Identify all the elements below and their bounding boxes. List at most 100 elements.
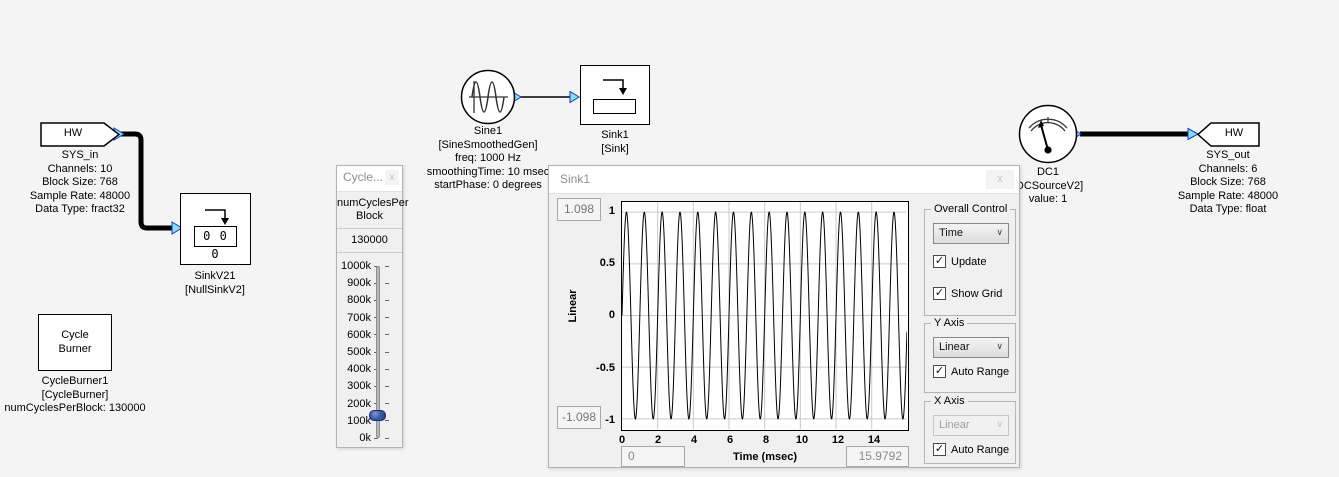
counter-display: 0 0 0 xyxy=(194,226,237,247)
chevron-down-icon: ∨ xyxy=(996,419,1003,430)
sink1-window-title: Sink1 xyxy=(560,172,590,186)
slider-panel-titlebar[interactable]: Cycle... x xyxy=(337,166,402,192)
slider-tick-label: 600k xyxy=(337,329,371,341)
checkbox-checked-icon[interactable]: ✓ xyxy=(933,365,946,378)
chevron-down-icon: ∨ xyxy=(996,341,1003,352)
x-auto-range-checkbox-row[interactable]: ✓ Auto Range xyxy=(933,443,1013,457)
diagram-canvas[interactable]: HW SYS_in Channels: 10 Block Size: 768 S… xyxy=(0,0,1339,477)
sine-generator-icon xyxy=(460,69,516,125)
slider-tick-label: 200k xyxy=(337,398,371,410)
sink1-window[interactable]: Sink1 x 1.098 -1.098 Linear 1 0.5 0 -0.5… xyxy=(548,165,1020,468)
checkbox-label: Auto Range xyxy=(951,444,1009,456)
slider-tick-dash xyxy=(385,403,389,404)
y-tick-label: 1 xyxy=(593,205,615,217)
block-label-sys-in: SYS_in Channels: 10 Block Size: 768 Samp… xyxy=(0,149,165,217)
block-label-sys-out: SYS_out Channels: 6 Block Size: 768 Samp… xyxy=(1143,149,1313,217)
block-prop: Sample Rate: 48000 xyxy=(1143,190,1313,204)
x-tick-label: 6 xyxy=(727,434,733,446)
block-type: [Sink] xyxy=(555,143,675,157)
x-tick-label: 12 xyxy=(832,434,844,446)
slider-tick-label: 700k xyxy=(337,312,371,324)
block-name: Sine1 xyxy=(398,125,578,139)
chevron-down-icon: ∨ xyxy=(996,227,1003,238)
group-label: Y Axis xyxy=(931,317,967,329)
x-tick-label: 0 xyxy=(619,434,625,446)
slider-tick-dash xyxy=(385,420,389,421)
checkbox-label: Update xyxy=(951,256,986,268)
slider-tick-dash xyxy=(385,300,389,301)
x-end-input[interactable]: 15.9792 xyxy=(846,446,909,467)
overall-control-group: Overall Control Time ∨ ✓ Update ✓ Show G… xyxy=(924,209,1016,316)
block-sys-out[interactable]: HW xyxy=(1197,122,1260,147)
slider-tick-dash xyxy=(385,317,389,318)
checkbox-label: Auto Range xyxy=(951,366,1009,378)
slider-tick-label: 400k xyxy=(337,363,371,375)
show-grid-checkbox-row[interactable]: ✓ Show Grid xyxy=(933,287,1013,301)
slider-tick-label: 300k xyxy=(337,380,371,392)
block-prop: Sample Rate: 48000 xyxy=(0,190,165,204)
y-tick-label: -1 xyxy=(593,414,615,426)
block-sinkv21[interactable]: 0 0 0 xyxy=(180,193,251,265)
x-axis-title: Time (msec) xyxy=(665,451,865,463)
sink-display-icon xyxy=(593,99,636,114)
slider-param-name: numCyclesPer Block xyxy=(337,197,402,223)
y-tick-label: 0.5 xyxy=(593,257,615,269)
slider-thumb[interactable] xyxy=(369,410,386,421)
x-start-input[interactable]: 0 xyxy=(621,446,685,467)
close-icon[interactable]: x xyxy=(986,170,1014,189)
slider-panel[interactable]: Cycle... x numCyclesPer Block 130000 100… xyxy=(336,165,403,448)
hw-port-label: HW xyxy=(40,127,106,139)
slider-tick-dash xyxy=(385,283,389,284)
block-sys-in[interactable]: HW xyxy=(40,122,120,147)
y-tick-label: 0 xyxy=(593,309,615,321)
x-tick-label: 14 xyxy=(868,434,880,446)
checkbox-label: Show Grid xyxy=(951,288,1002,300)
slider-tick-label: 800k xyxy=(337,294,371,306)
group-label: X Axis xyxy=(931,395,968,407)
checkbox-checked-icon[interactable]: ✓ xyxy=(933,287,946,300)
sink1-window-titlebar[interactable]: Sink1 x xyxy=(549,166,1019,194)
slider-tick-label: 500k xyxy=(337,346,371,358)
x-axis-group: X Axis Linear ∨ ✓ Auto Range xyxy=(924,401,1016,464)
y-axis-group: Y Axis Linear ∨ ✓ Auto Range xyxy=(924,323,1016,393)
checkbox-checked-icon[interactable]: ✓ xyxy=(933,255,946,268)
sink-arrow-icon xyxy=(181,198,249,228)
update-checkbox-row[interactable]: ✓ Update xyxy=(933,255,1013,269)
hw-port-label: HW xyxy=(1209,127,1259,139)
block-label-sinkv21: SinkV21 [NullSinkV2] xyxy=(145,270,285,297)
block-prop: Data Type: float xyxy=(1143,203,1313,217)
slider-tick-label: 1000k xyxy=(337,260,371,272)
slider-panel-title: Cycle... xyxy=(343,170,383,184)
block-icon-text: Burner xyxy=(39,342,111,356)
y-auto-range-checkbox-row[interactable]: ✓ Auto Range xyxy=(933,365,1013,379)
x-tick-label: 10 xyxy=(796,434,808,446)
slider-tick-dash xyxy=(385,334,389,335)
block-prop: Block Size: 768 xyxy=(0,176,165,190)
checkbox-checked-icon[interactable]: ✓ xyxy=(933,443,946,456)
block-cycle-burner[interactable]: Cycle Burner xyxy=(38,314,112,371)
input-port-icon[interactable] xyxy=(570,92,579,103)
block-label-cycle-burner: CycleBurner1 [CycleBurner] numCyclesPerB… xyxy=(0,375,175,416)
x-tick-label: 2 xyxy=(655,434,661,446)
slider-tick-dash xyxy=(385,369,389,370)
block-prop: numCyclesPerBlock: 130000 xyxy=(0,402,175,416)
y-scale-dropdown[interactable]: Linear ∨ xyxy=(933,337,1009,358)
block-name: SYS_out xyxy=(1143,149,1313,163)
block-sink1[interactable] xyxy=(580,65,650,125)
block-name: SinkV21 xyxy=(145,270,285,284)
block-label-sink1: Sink1 [Sink] xyxy=(555,129,675,156)
close-icon[interactable]: x xyxy=(385,170,399,185)
block-prop: freq: 1000 Hz xyxy=(398,152,578,166)
block-prop: Channels: 6 xyxy=(1143,163,1313,177)
block-sine1[interactable] xyxy=(460,69,516,125)
block-prop: Channels: 10 xyxy=(0,163,165,177)
slider-tick-label: 900k xyxy=(337,277,371,289)
overall-control-dropdown[interactable]: Time ∨ xyxy=(933,223,1009,244)
x-scale-dropdown-disabled: Linear ∨ xyxy=(933,415,1009,436)
slider-value-display[interactable]: 130000 xyxy=(337,234,402,246)
y-axis-title: Linear xyxy=(567,284,579,328)
block-prop: Data Type: fract32 xyxy=(0,203,165,217)
block-name: SYS_in xyxy=(0,149,165,163)
dc-meter-icon xyxy=(1018,104,1078,164)
block-dc1[interactable] xyxy=(1018,104,1078,164)
